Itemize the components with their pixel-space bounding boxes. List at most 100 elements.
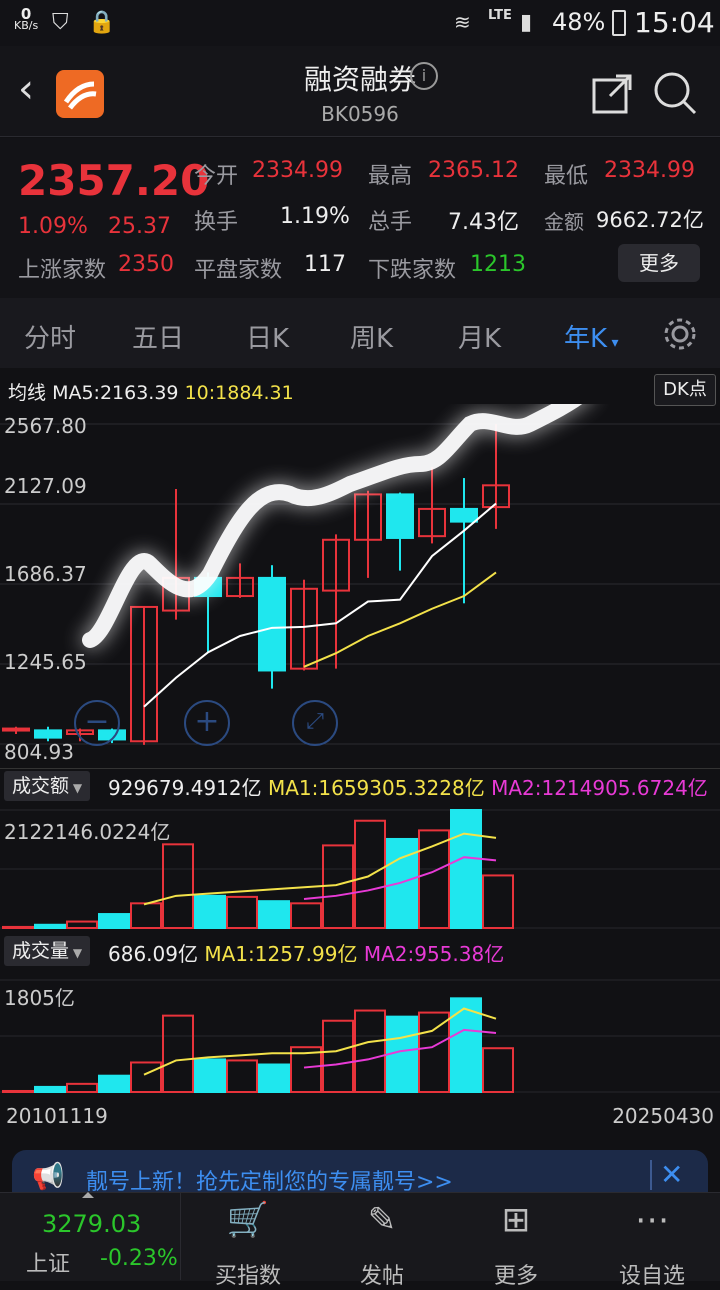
nav-add-watchlist[interactable]: 设自选 bbox=[592, 1258, 712, 1290]
more-dots-icon[interactable]: ⋯ bbox=[592, 1200, 712, 1240]
index-change: -0.23% bbox=[100, 1246, 178, 1271]
turnover-rate-value: 1.19% bbox=[280, 204, 350, 229]
y-tick-label: 1245.65 bbox=[4, 650, 87, 674]
volume-bar bbox=[34, 923, 66, 929]
signal-icon: ▮ bbox=[520, 10, 533, 35]
volume-indicator-dropdown[interactable]: 成交量 ▼ bbox=[4, 936, 91, 966]
change-percent: 1.09% bbox=[18, 214, 88, 239]
open-value: 2334.99 bbox=[252, 158, 343, 183]
caret-down-icon: ▼ bbox=[69, 946, 83, 960]
volume-bar bbox=[258, 900, 290, 929]
tab-five-day[interactable]: 五日 bbox=[132, 318, 184, 355]
y-tick-label: 1686.37 bbox=[4, 562, 87, 586]
y-tick-label: 2127.09 bbox=[4, 474, 87, 498]
amount-indicator-dropdown[interactable]: 成交额 ▼ bbox=[4, 771, 91, 801]
candle-body bbox=[386, 493, 414, 539]
volume-ma2: MA2:955.38亿 bbox=[363, 942, 505, 966]
low-label: 最低 bbox=[544, 164, 589, 189]
turnover-rate-label: 换手 bbox=[194, 210, 239, 235]
change-value: 25.37 bbox=[108, 214, 171, 239]
info-icon[interactable]: i bbox=[410, 62, 438, 90]
y-tick-label: 2567.80 bbox=[4, 414, 87, 438]
freehand-annotation bbox=[82, 404, 583, 648]
volume-bar bbox=[226, 895, 258, 929]
volume-bar bbox=[34, 1085, 66, 1093]
expand-icon[interactable]: ⤢ bbox=[292, 700, 338, 746]
low-value: 2334.99 bbox=[604, 158, 695, 183]
index-value[interactable]: 3279.03 bbox=[42, 1210, 141, 1238]
shield-icon: ⛉ bbox=[52, 10, 69, 35]
volume-current: 686.09亿 bbox=[108, 942, 198, 966]
caret-down-icon: ▼ bbox=[69, 781, 83, 795]
tab-monthly-k[interactable]: 月K bbox=[458, 318, 501, 355]
amount-dropdown-label: 成交额 bbox=[12, 775, 70, 797]
close-icon[interactable]: ✕ bbox=[660, 1158, 683, 1191]
volume-bar bbox=[2, 1089, 34, 1094]
tab-intraday[interactable]: 分时 bbox=[24, 318, 76, 355]
candle-body bbox=[258, 576, 286, 672]
tab-weekly-k[interactable]: 周K bbox=[350, 318, 393, 355]
high-value: 2365.12 bbox=[428, 158, 519, 183]
share-icon[interactable] bbox=[592, 72, 634, 118]
volume-value: 7.43亿 bbox=[448, 210, 519, 235]
date-end: 20250430 bbox=[612, 1104, 714, 1128]
volume-bar bbox=[98, 913, 130, 929]
volume-bar bbox=[482, 1047, 514, 1094]
volume-bar bbox=[258, 1063, 290, 1094]
caret-down-icon: ▾ bbox=[607, 335, 619, 351]
tab-daily-k[interactable]: 日K bbox=[246, 318, 289, 355]
volume-bar bbox=[290, 902, 322, 929]
amount-label: 金额 bbox=[544, 210, 584, 234]
volume-bar bbox=[162, 843, 194, 930]
battery-icon bbox=[612, 10, 626, 36]
dk-point-button[interactable]: DK点 bbox=[654, 374, 716, 406]
divider bbox=[650, 1160, 652, 1190]
tab-yearly-k-label: 年K bbox=[564, 324, 608, 354]
divider bbox=[0, 768, 720, 769]
candle-body bbox=[2, 727, 30, 732]
open-label: 今开 bbox=[194, 164, 239, 189]
down-count-value: 1213 bbox=[470, 252, 526, 277]
up-count-value: 2350 bbox=[118, 252, 174, 277]
grid-icon[interactable]: ⊞ bbox=[456, 1200, 576, 1240]
lock-icon: 🔒 bbox=[88, 10, 116, 35]
network-speed: 0 KB/s bbox=[14, 5, 39, 32]
more-button[interactable]: 更多 bbox=[618, 244, 700, 282]
divider bbox=[180, 1192, 181, 1280]
candle-body bbox=[450, 507, 478, 523]
volume-bar bbox=[130, 902, 162, 929]
volume-bar bbox=[130, 1061, 162, 1093]
volume-legend: 686.09亿 MA1:1257.99亿 MA2:955.38亿 bbox=[108, 938, 504, 967]
amount-current: 929679.4912亿 bbox=[108, 776, 262, 800]
clock: 15:04 bbox=[634, 6, 715, 39]
search-icon[interactable] bbox=[652, 70, 698, 120]
nav-post[interactable]: 发帖 bbox=[322, 1258, 442, 1290]
volume-label: 总手 bbox=[368, 210, 413, 235]
nav-more[interactable]: 更多 bbox=[456, 1258, 576, 1290]
ma-label: 均线 bbox=[8, 382, 47, 404]
tab-yearly-k[interactable]: 年K ▾ bbox=[564, 318, 619, 355]
candle-body bbox=[34, 729, 62, 739]
volume-bar bbox=[322, 844, 354, 929]
ma10-value: 10:1884.31 bbox=[184, 382, 294, 404]
date-start: 20101119 bbox=[6, 1104, 108, 1128]
volume-bar bbox=[386, 837, 418, 929]
amount-ma2: MA2:1214905.6724亿 bbox=[491, 776, 708, 800]
ma5-value: MA5:2163.39 bbox=[52, 382, 179, 404]
cart-icon[interactable]: 🛒 bbox=[188, 1200, 308, 1240]
volume-ma1: MA1:1257.99亿 bbox=[204, 942, 358, 966]
zoom-out-icon[interactable]: − bbox=[74, 700, 120, 746]
volume-bar bbox=[226, 1059, 258, 1093]
nav-buy-index[interactable]: 买指数 bbox=[188, 1258, 308, 1290]
volume-bar bbox=[66, 1082, 98, 1093]
volume-bar bbox=[450, 809, 482, 929]
volume-bar bbox=[194, 1058, 226, 1093]
network-type: LTE bbox=[488, 8, 512, 23]
zoom-in-icon[interactable]: + bbox=[184, 700, 230, 746]
down-count-label: 下跌家数 bbox=[368, 258, 457, 283]
edit-icon[interactable]: ✎ bbox=[322, 1200, 442, 1240]
volume-bar bbox=[482, 874, 514, 929]
settings-gear-icon[interactable] bbox=[662, 316, 698, 356]
index-name: 上证 bbox=[26, 1252, 71, 1277]
flat-count-label: 平盘家数 bbox=[194, 258, 283, 283]
